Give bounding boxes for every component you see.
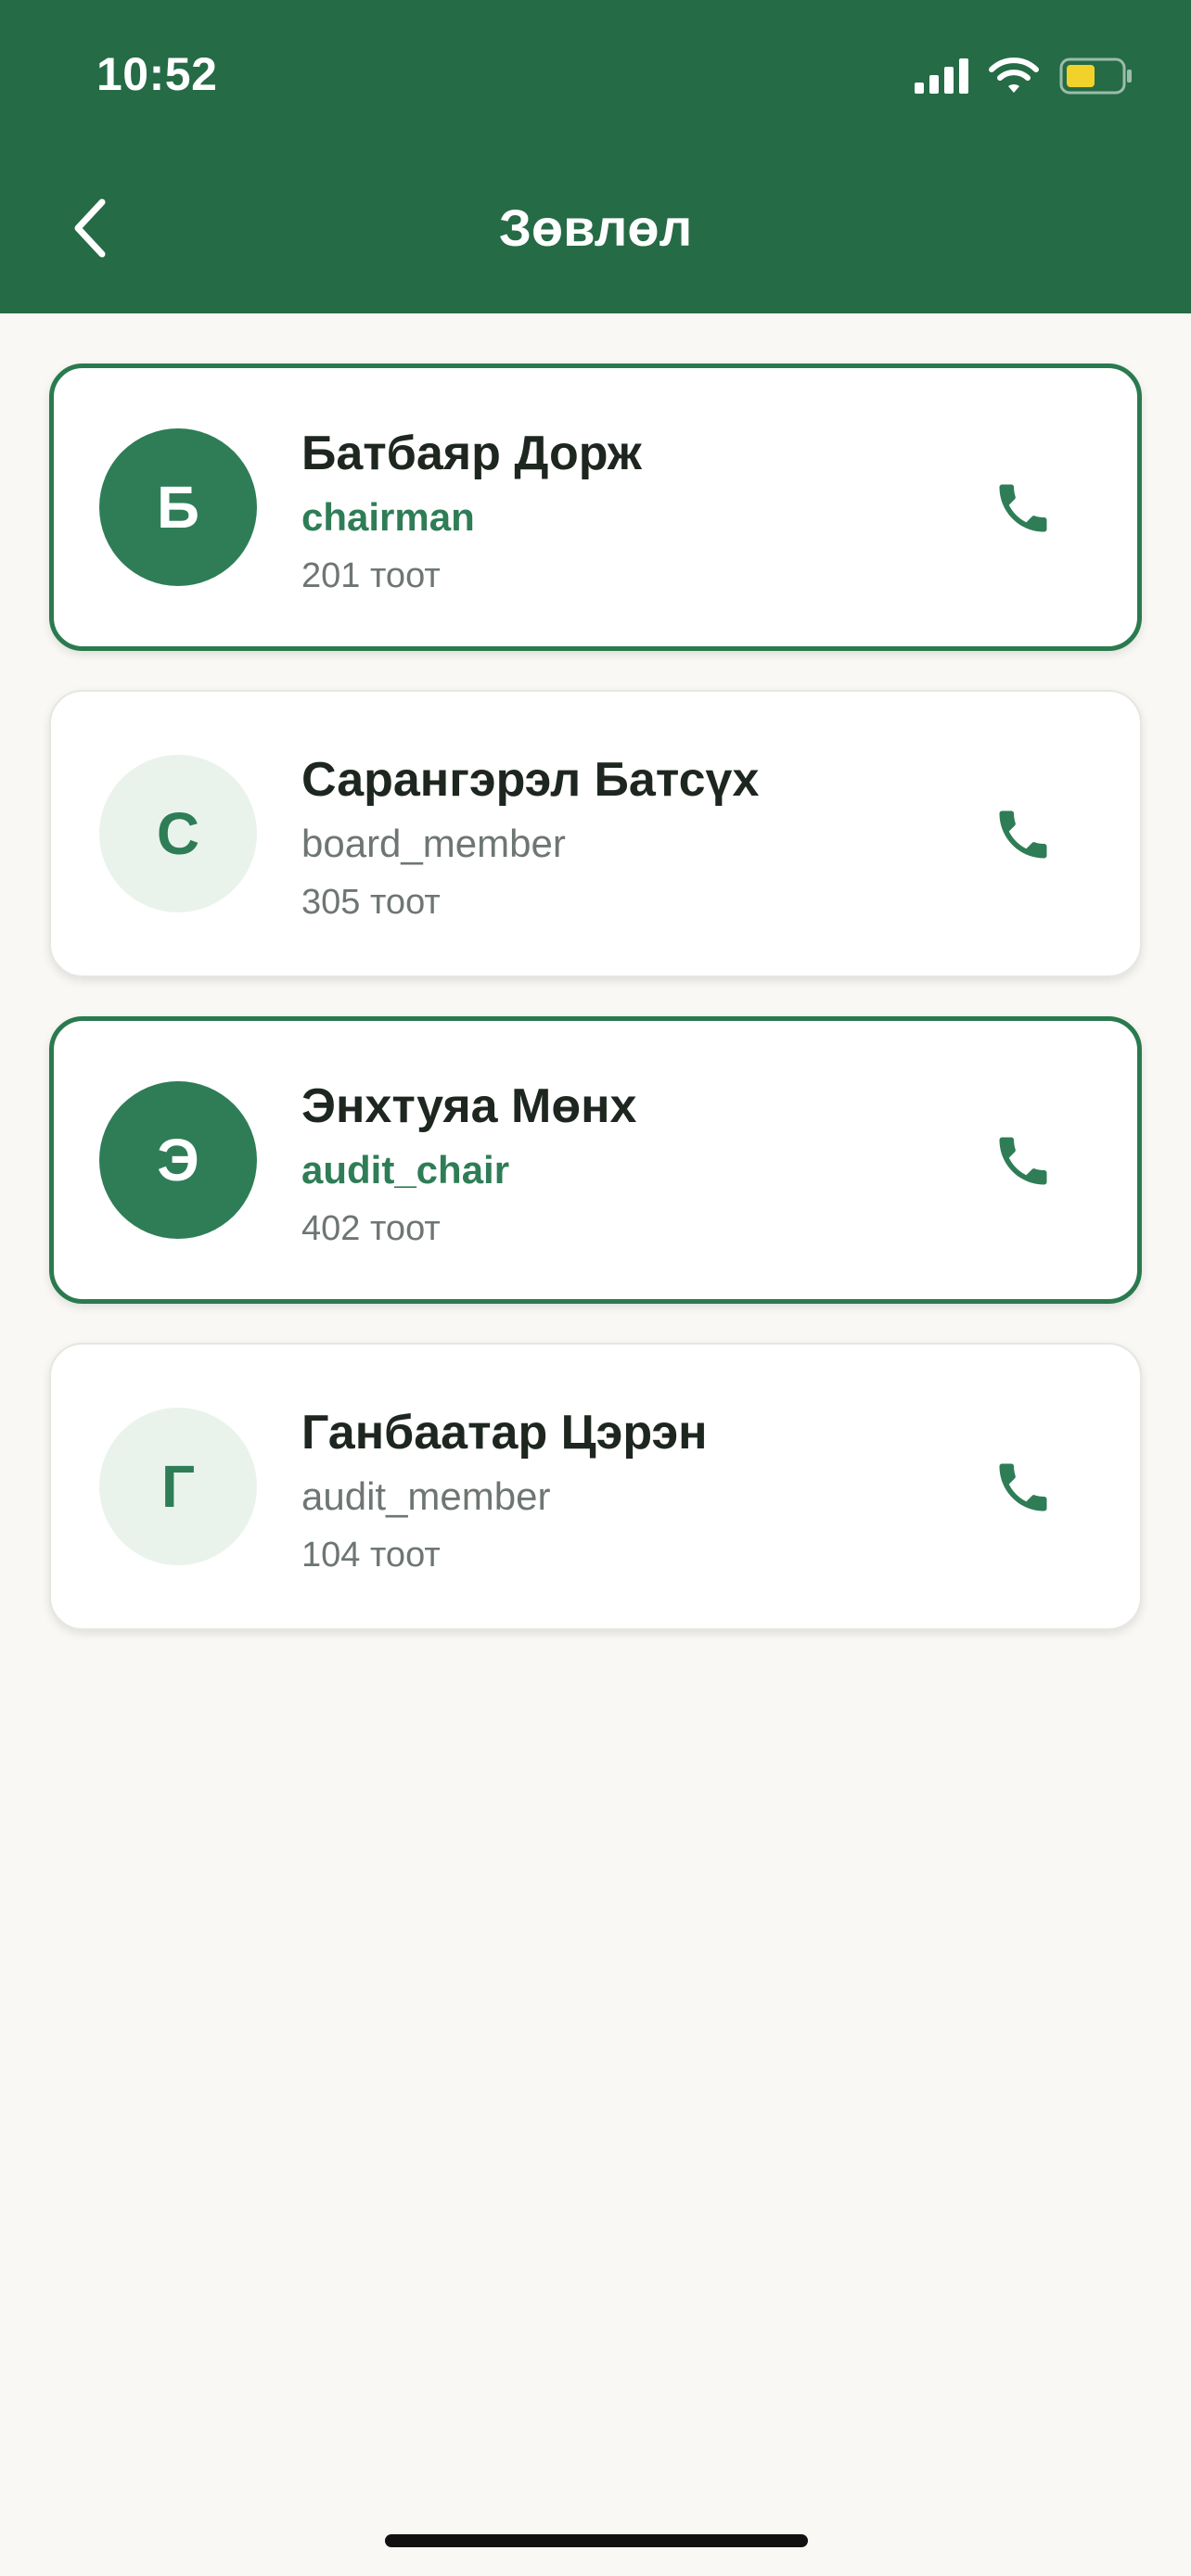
member-unit: 305 тоот: [301, 883, 441, 922]
member-info: Сарангэрэл Батсүх board_member 305 тоот: [301, 746, 759, 931]
call-button[interactable]: [980, 792, 1066, 877]
member-info: Энхтуяа Мөнх audit_chair 402 тоот: [301, 1072, 636, 1257]
avatar: Б: [99, 428, 257, 586]
member-info: Ганбаатар Цэрэн audit_member 104 тоот: [301, 1398, 708, 1584]
member-unit: 104 тоот: [301, 1536, 441, 1575]
status-time: 10:52: [96, 48, 218, 100]
member-card[interactable]: Э Энхтуяа Мөнх audit_chair 402 тоот: [49, 1016, 1142, 1304]
member-name: Батбаяр Дорж: [301, 427, 642, 480]
member-unit: 402 тоот: [301, 1209, 441, 1248]
phone-icon: [999, 1137, 1047, 1185]
member-role: audit_chair: [301, 1148, 510, 1192]
page-title: Зөвлөл: [498, 198, 693, 257]
signal-icon: [915, 58, 968, 94]
member-card[interactable]: С Сарангэрэл Батсүх board_member 305 тоо…: [49, 690, 1142, 977]
member-name: Энхтуяа Мөнх: [301, 1079, 637, 1133]
member-role: chairman: [301, 495, 475, 539]
member-role: audit_member: [301, 1474, 551, 1518]
avatar: Г: [99, 1408, 257, 1565]
member-card[interactable]: Г Ганбаатар Цэрэн audit_member 104 тоот: [49, 1343, 1142, 1630]
member-info: Батбаяр Дорж chairman 201 тоот: [301, 419, 642, 605]
call-button[interactable]: [980, 1118, 1066, 1204]
avatar: Э: [99, 1081, 257, 1239]
battery-icon: [1059, 57, 1132, 95]
phone-icon: [999, 484, 1047, 532]
app-header: 10:52 Зөвлөл: [0, 0, 1191, 313]
call-button[interactable]: [980, 1445, 1066, 1530]
home-indicator[interactable]: [385, 2534, 808, 2547]
member-name: Ганбаатар Цэрэн: [301, 1406, 708, 1460]
member-list: Б Батбаяр Дорж chairman 201 тоот С Саран…: [49, 363, 1142, 1669]
status-icons: [915, 54, 1133, 98]
member-name: Сарангэрэл Батсүх: [301, 753, 760, 807]
avatar: С: [99, 755, 257, 912]
phone-icon: [999, 1463, 1047, 1511]
member-unit: 201 тоот: [301, 556, 441, 595]
phone-icon: [999, 810, 1047, 859]
member-role: board_member: [301, 822, 566, 865]
wifi-icon: [989, 57, 1039, 93]
member-card[interactable]: Б Батбаяр Дорж chairman 201 тоот: [49, 363, 1142, 651]
call-button[interactable]: [980, 465, 1066, 551]
